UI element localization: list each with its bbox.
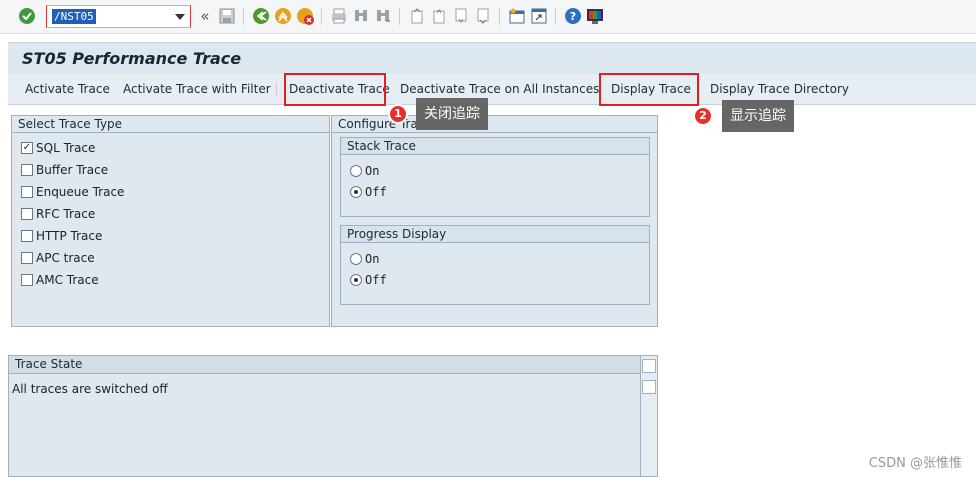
select-trace-type-panel: Select Trace Type ✓ SQL Trace Buffer Tra… <box>11 115 330 327</box>
system-toolbar: /NST05 « ? <box>0 0 976 34</box>
customize-layout-icon[interactable] <box>586 7 604 25</box>
trace-state-panel: Trace State All traces are switched off <box>8 355 658 477</box>
vertical-scrollbar[interactable] <box>640 356 657 476</box>
chevron-down-icon[interactable] <box>175 14 185 20</box>
help-icon[interactable]: ? <box>564 7 582 25</box>
exit-icon[interactable] <box>274 7 292 25</box>
scroll-thumb[interactable] <box>642 380 656 394</box>
svg-text:?: ? <box>570 10 576 23</box>
command-field[interactable]: /NST05 <box>46 5 191 28</box>
activate-trace-filter-button[interactable]: Activate Trace with Filter <box>123 82 271 96</box>
display-trace-directory-button[interactable]: Display Trace Directory <box>710 82 849 96</box>
deactivate-all-instances-button[interactable]: Deactivate Trace on All Instances <box>400 82 599 96</box>
create-session-icon[interactable] <box>508 7 526 25</box>
find-icon[interactable] <box>352 7 370 25</box>
next-page-icon[interactable] <box>452 7 470 25</box>
command-field-value: /NST05 <box>52 9 96 24</box>
watermark: CSDN @张惟惟 <box>868 456 962 471</box>
panel-title: Configure Trace <box>332 116 657 133</box>
print-icon[interactable] <box>330 7 348 25</box>
radio-progress-off[interactable]: Off <box>350 272 387 288</box>
checkbox-sql-trace[interactable]: ✓ SQL Trace <box>21 140 95 156</box>
title-bar: ST05 Performance Trace <box>8 42 976 74</box>
annotation-badge-1: 1 <box>388 104 408 124</box>
cancel-icon[interactable] <box>296 7 314 25</box>
trace-state-text: All traces are switched off <box>12 382 168 396</box>
checkbox-rfc-trace[interactable]: RFC Trace <box>21 206 95 222</box>
enter-check-icon[interactable] <box>18 7 36 25</box>
first-page-icon[interactable] <box>408 7 426 25</box>
shortcut-icon[interactable] <box>530 7 548 25</box>
checkbox-http-trace[interactable]: HTTP Trace <box>21 228 102 244</box>
annotation-badge-2: 2 <box>693 106 713 126</box>
back-chevrons-icon[interactable]: « <box>196 7 214 25</box>
back-icon[interactable] <box>252 7 270 25</box>
scroll-up-button[interactable] <box>642 359 656 373</box>
checked-icon[interactable]: ✓ <box>21 142 33 154</box>
radio-stack-off[interactable]: Off <box>350 184 387 200</box>
display-highlight <box>599 73 699 106</box>
group-title: Progress Display <box>341 226 649 243</box>
checkbox-amc-trace[interactable]: AMC Trace <box>21 272 99 288</box>
progress-display-group: Progress Display On Off <box>340 225 650 305</box>
group-title: Stack Trace <box>341 138 649 155</box>
last-page-icon[interactable] <box>474 7 492 25</box>
configure-trace-panel: Configure Trace Stack Trace On Off Progr… <box>331 115 658 327</box>
prev-page-icon[interactable] <box>430 7 448 25</box>
application-toolbar: Activate Trace Activate Trace with Filte… <box>8 74 976 105</box>
radio-stack-on[interactable]: On <box>350 163 379 179</box>
save-icon[interactable] <box>218 7 236 25</box>
checkbox-buffer-trace[interactable]: Buffer Trace <box>21 162 108 178</box>
page-title: ST05 Performance Trace <box>22 49 242 68</box>
panel-title: Select Trace Type <box>12 116 329 133</box>
activate-trace-button[interactable]: Activate Trace <box>25 82 110 96</box>
checkbox-apc-trace[interactable]: APC trace <box>21 250 95 266</box>
panel-title: Trace State <box>9 356 640 374</box>
deactivate-highlight <box>284 73 386 106</box>
radio-progress-on[interactable]: On <box>350 251 379 267</box>
annotation-tip-1: 关闭追踪 <box>416 98 488 130</box>
find-next-icon[interactable] <box>374 7 392 25</box>
stack-trace-group: Stack Trace On Off <box>340 137 650 217</box>
checkbox-enqueue-trace[interactable]: Enqueue Trace <box>21 184 124 200</box>
annotation-tip-2: 显示追踪 <box>722 100 794 132</box>
